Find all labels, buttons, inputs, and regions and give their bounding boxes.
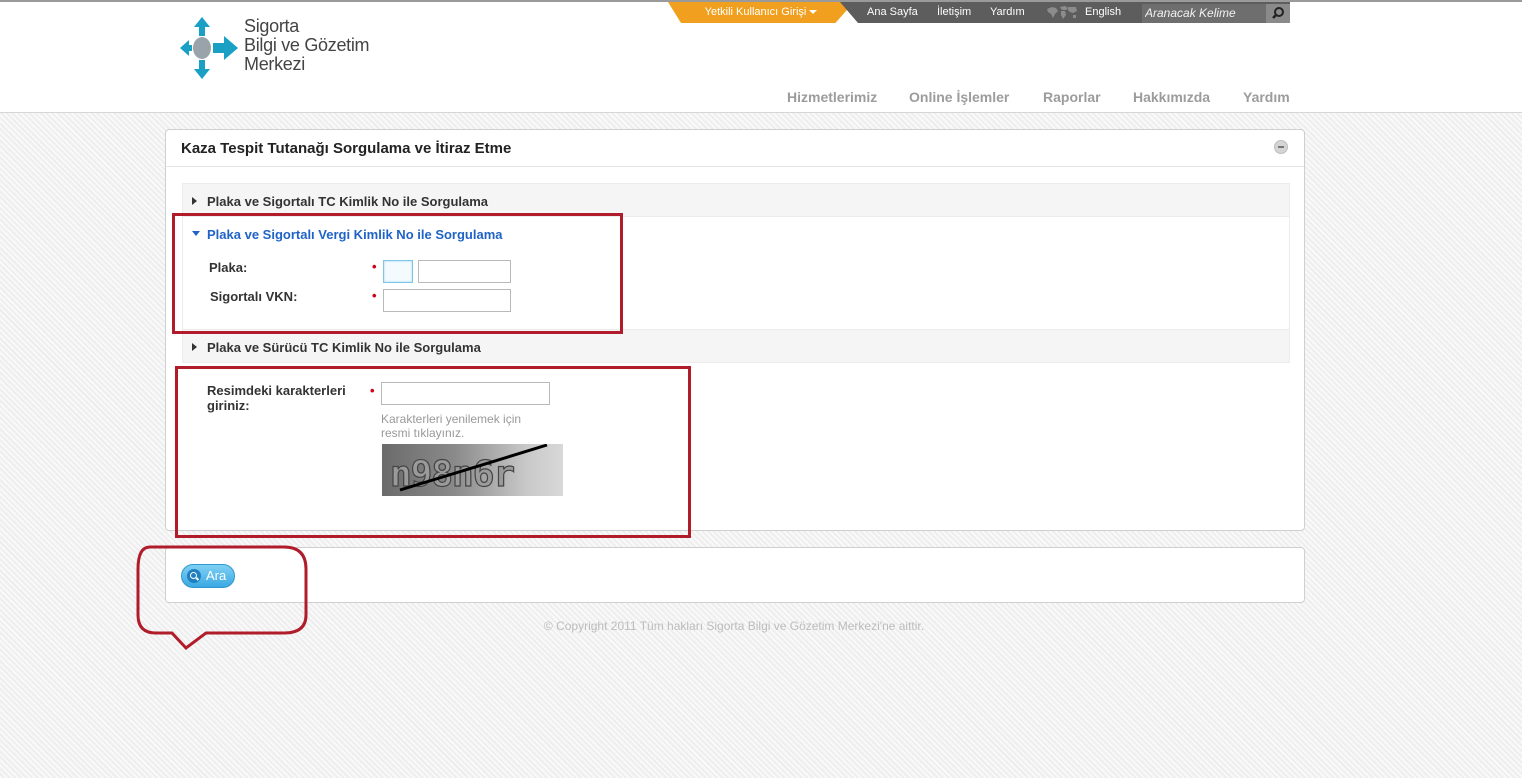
nav-item-hakkimizda[interactable]: Hakkımızda	[1133, 89, 1210, 105]
magnifier-icon	[187, 569, 201, 583]
link-help[interactable]: Yardım	[990, 2, 1025, 23]
login-label: Yetkili Kullanıcı Girişi	[704, 6, 807, 18]
logo-line-1: Sigorta	[244, 16, 299, 36]
panel-divider	[166, 166, 1304, 167]
nav-item-online-islemler[interactable]: Online İşlemler	[909, 89, 1009, 105]
action-panel: Ara	[165, 547, 1305, 603]
triangle-right-icon	[192, 343, 197, 351]
logo-line-3: Merkezi	[244, 54, 305, 74]
world-map-icon	[1047, 6, 1077, 19]
triangle-down-icon	[192, 231, 200, 236]
search-submit-button[interactable]: Ara	[181, 564, 236, 588]
captcha-input[interactable]	[381, 382, 550, 405]
link-home[interactable]: Ana Sayfa	[867, 2, 918, 23]
logo-line-2: Bilgi ve Gözetim	[244, 35, 370, 55]
search-icon	[1272, 7, 1284, 19]
logo-text: Sigorta Bilgi ve Gözetim Merkezi	[244, 16, 370, 74]
top-utility-bar: Yetkili Kullanıcı Girişi Ana Sayfa İleti…	[668, 2, 1290, 23]
footer-copyright: © Copyright 2011 Tüm hakları Sigorta Bil…	[543, 619, 925, 633]
authorized-login-dropdown[interactable]: Yetkili Kullanıcı Girişi	[668, 2, 854, 23]
link-contact[interactable]: İletişim	[937, 2, 971, 23]
accordion-label: Plaka ve Sigortalı TC Kimlik No ile Sorg…	[207, 194, 489, 209]
query-panel: Kaza Tespit Tutanağı Sorgulama ve İtiraz…	[165, 129, 1305, 531]
captcha-label-line-2: giriniz:	[207, 398, 250, 413]
required-mark: •	[370, 383, 375, 398]
accordion-tc-kimlik[interactable]: Plaka ve Sigortalı TC Kimlik No ile Sorg…	[182, 183, 1290, 217]
accordion-label: Plaka ve Sürücü TC Kimlik No ile Sorgula…	[207, 340, 481, 355]
vkn-label: Sigortalı VKN:	[210, 289, 298, 304]
plaka-number-input[interactable]	[418, 260, 511, 283]
nav-item-raporlar[interactable]: Raporlar	[1043, 89, 1101, 105]
captcha-graphic: n98n6r	[389, 444, 548, 496]
required-mark: •	[372, 288, 377, 303]
accordion-vergi-kimlik: Plaka ve Sigortalı Vergi Kimlik No ile S…	[182, 217, 1290, 329]
site-logo[interactable]: Sigorta Bilgi ve Gözetim Merkezi	[180, 17, 390, 81]
captcha-image[interactable]: n98n6r	[382, 444, 563, 496]
link-english[interactable]: English	[1085, 2, 1121, 23]
panel-title: Kaza Tespit Tutanağı Sorgulama ve İtiraz…	[181, 140, 512, 157]
plaka-label: Plaka:	[209, 260, 248, 275]
captcha-hint-line-1: Karakterleri yenilemek için	[381, 412, 522, 426]
captcha-label-line-1: Resimdeki karakterleri	[207, 383, 346, 398]
vkn-input[interactable]	[383, 289, 511, 312]
captcha-hint: Karakterleri yenilemek için resmi tıklay…	[381, 412, 556, 440]
nav-item-yardim[interactable]: Yardım	[1243, 89, 1290, 105]
site-search-button[interactable]	[1266, 4, 1290, 23]
chevron-down-icon	[809, 10, 818, 15]
site-search-input[interactable]	[1142, 4, 1266, 23]
nav-item-hizmetlerimiz[interactable]: Hizmetlerimiz	[787, 89, 877, 105]
logo-arrows-icon	[180, 17, 238, 79]
collapse-icon[interactable]	[1274, 140, 1288, 154]
triangle-right-icon	[192, 197, 197, 205]
required-mark: •	[372, 259, 377, 274]
plaka-city-code-input[interactable]	[383, 260, 413, 283]
search-button-label: Ara	[206, 568, 227, 583]
accordion-label-active: Plaka ve Sigortalı Vergi Kimlik No ile S…	[207, 227, 503, 242]
accordion-surucu-tc[interactable]: Plaka ve Sürücü TC Kimlik No ile Sorgula…	[182, 329, 1290, 363]
captcha-hint-line-2: resmi tıklayınız.	[381, 426, 465, 440]
